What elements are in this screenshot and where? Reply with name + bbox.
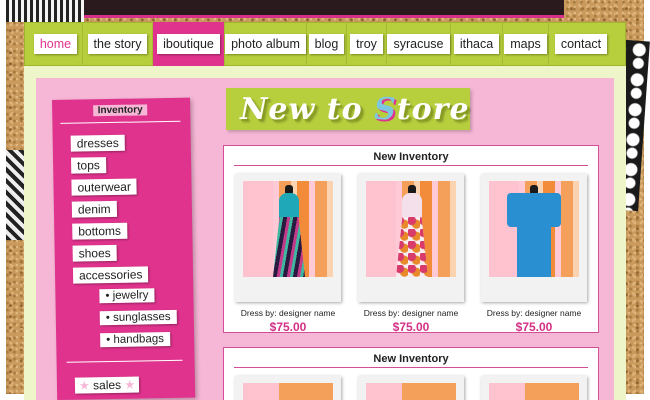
sidebar-item-denim[interactable]: denim — [71, 200, 117, 218]
sidebar-item-tops[interactable]: tops — [71, 157, 106, 174]
inventory-section: New Inventory Dress by: designer name $7… — [223, 145, 599, 334]
nav-label[interactable]: maps — [504, 34, 547, 54]
product-grid: Dress by: designer name $75.00 Dress by:… — [224, 166, 598, 334]
sidebar-item-shoes[interactable]: shoes — [72, 244, 117, 262]
nav-item-ithaca[interactable]: ithaca — [451, 22, 503, 66]
product-card[interactable]: Dress by: designer name $75.00 — [358, 174, 464, 334]
nav-label[interactable]: photo album — [225, 34, 306, 54]
nav-item-maps[interactable]: maps — [503, 22, 549, 66]
product-photo[interactable] — [366, 181, 456, 277]
banner-title-highlight: S — [374, 91, 397, 127]
product-price: $75.00 — [515, 320, 553, 334]
top-frame-strip — [84, 0, 564, 18]
banner-title-part: tore — [396, 91, 470, 127]
product-photo[interactable] — [489, 181, 579, 277]
nav-label[interactable]: iboutique — [157, 34, 220, 54]
sidebar-item-bottoms[interactable]: bottoms — [72, 222, 128, 240]
product-photo-frame[interactable] — [481, 376, 587, 400]
product-photo[interactable] — [366, 383, 456, 400]
product-photo-frame[interactable] — [481, 174, 587, 302]
main-nav: home the story iboutique photo album blo… — [24, 22, 626, 66]
star-icon: ★ — [78, 378, 90, 393]
product-photo-frame[interactable] — [235, 376, 341, 400]
sidebar-item-sales[interactable]: ★ sales ★ — [74, 376, 140, 394]
product-photo-frame[interactable] — [358, 174, 464, 302]
product-grid — [224, 368, 598, 400]
nav-label[interactable]: contact — [554, 34, 608, 54]
sidebar-heading: Inventory — [60, 103, 181, 124]
banner-title-part: New to — [240, 91, 375, 127]
product-name[interactable]: Dress by: designer name — [358, 308, 464, 318]
sidebar-heading-text: Inventory — [93, 104, 147, 117]
product-card[interactable]: Dress by: designer name $75.00 — [481, 174, 587, 334]
nav-label[interactable]: blog — [308, 34, 345, 54]
product-photo-frame[interactable] — [358, 376, 464, 400]
product-price: $75.00 — [392, 320, 430, 334]
nav-item-syracuse[interactable]: syracuse — [387, 22, 451, 66]
product-photo[interactable] — [489, 383, 579, 400]
product-photo[interactable] — [243, 181, 333, 277]
nav-item-contact[interactable]: contact — [549, 22, 613, 66]
product-name[interactable]: Dress by: designer name — [235, 308, 341, 318]
nav-label[interactable]: troy — [350, 34, 383, 54]
nav-label[interactable]: syracuse — [387, 34, 450, 54]
inventory-section: New Inventory — [223, 347, 599, 400]
nav-item-troy[interactable]: troy — [347, 22, 387, 66]
nav-item-home[interactable]: home — [29, 22, 83, 66]
star-icon: ★ — [124, 377, 136, 392]
inventory-section-title: New Inventory — [234, 151, 588, 166]
inventory-section-title: New Inventory — [234, 353, 588, 368]
nav-label[interactable]: ithaca — [453, 34, 500, 54]
product-price: $75.00 — [269, 320, 307, 334]
product-photo[interactable] — [243, 383, 333, 400]
sidebar-subitem-handbags[interactable]: • handbags — [100, 331, 171, 348]
dress-image — [394, 185, 430, 277]
sidebar-item-dresses[interactable]: dresses — [70, 134, 125, 152]
sidebar-subitem-jewelry[interactable]: • jewelry — [99, 288, 155, 304]
nav-item-iboutique[interactable]: iboutique — [153, 22, 225, 66]
dress-image — [271, 185, 307, 277]
product-card[interactable]: Dress by: designer name $75.00 — [235, 174, 341, 334]
sidebar-item-accessories[interactable]: accessories — [72, 266, 149, 284]
nav-label[interactable]: the story — [87, 34, 148, 54]
nav-label[interactable]: home — [33, 34, 78, 54]
inventory-sidebar: Inventory dresses tops outerwear denim b… — [52, 97, 196, 400]
banner-title: New to Store — [240, 92, 470, 127]
new-to-store-banner: New to Store — [226, 88, 470, 130]
nav-item-photo-album[interactable]: photo album — [225, 22, 307, 66]
sidebar-item-outerwear[interactable]: outerwear — [71, 178, 138, 196]
sidebar-sales-label: sales — [92, 377, 122, 393]
product-photo-frame[interactable] — [235, 174, 341, 302]
dress-image — [503, 185, 565, 277]
product-name[interactable]: Dress by: designer name — [481, 308, 587, 318]
sidebar-subitem-sunglasses[interactable]: • sunglasses — [99, 309, 177, 326]
nav-item-the-story[interactable]: the story — [83, 22, 153, 66]
striped-paper-decoration — [6, 0, 84, 22]
nav-item-blog[interactable]: blog — [307, 22, 347, 66]
sidebar-divider — [66, 359, 183, 363]
